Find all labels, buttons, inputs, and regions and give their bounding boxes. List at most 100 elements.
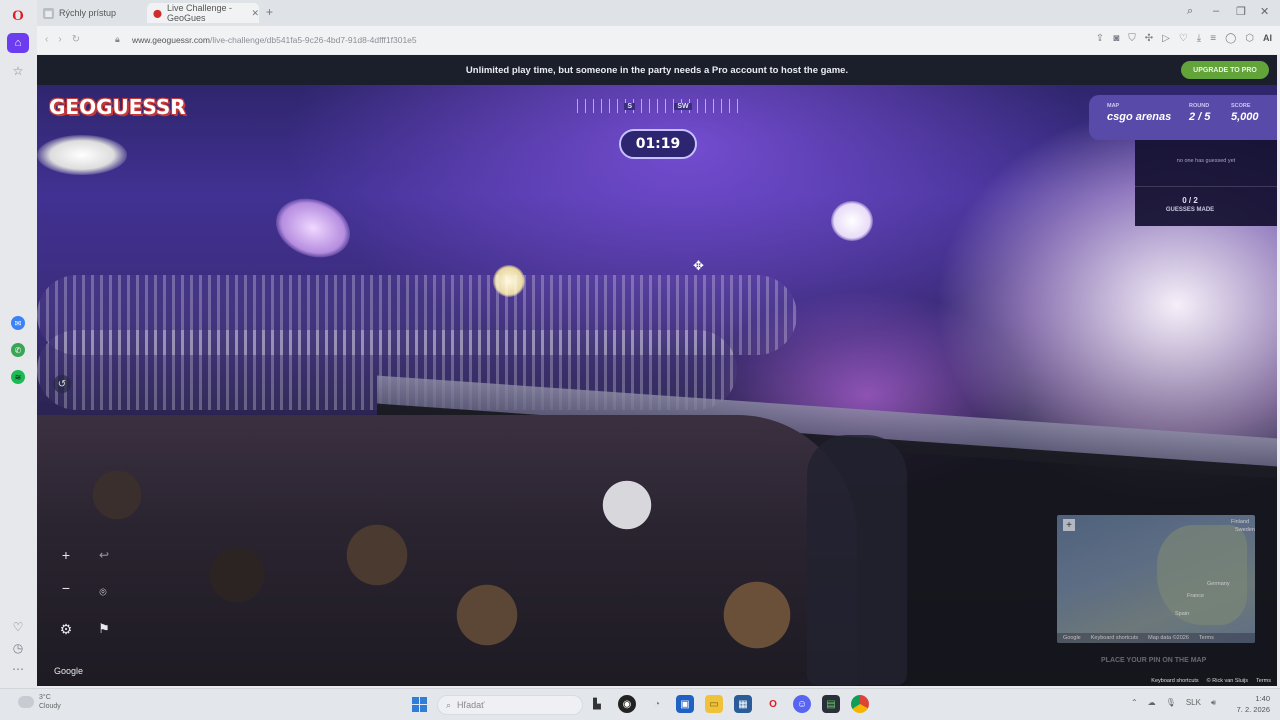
tab-bar: ▦ Rýchly prístup ⬤ Live Challenge - GeoG…	[37, 0, 1280, 26]
maximize-icon[interactable]: ❐	[1236, 5, 1246, 18]
shortcuts-link[interactable]: Keyboard shortcuts	[1151, 678, 1198, 684]
upgrade-to-pro-button[interactable]: UPGRADE TO PRO	[1181, 61, 1269, 79]
search-placeholder: Hľadať	[457, 700, 485, 710]
search-icon: ⌕	[446, 699, 452, 710]
language-indicator[interactable]: SLK	[1186, 698, 1201, 708]
tab-geoguessr[interactable]: ⬤ Live Challenge - GeoGues ✕	[147, 3, 259, 23]
game-status-panel: MAP csgo arenas ROUND 2 / 5 SCORE 5,000	[1089, 95, 1277, 140]
round-label: ROUND	[1189, 103, 1210, 109]
taskbar-search[interactable]: ⌕ Hľadať	[437, 695, 583, 715]
store-icon[interactable]: ▣	[676, 695, 694, 713]
chevron-up-icon[interactable]: ⌃	[1131, 698, 1138, 708]
file-explorer-icon[interactable]: ▭	[705, 695, 723, 713]
terms-link[interactable]: Terms	[1256, 678, 1271, 684]
compass-south: S	[624, 102, 635, 110]
browser-sidebar: O ⌂ ☆ ✉ ✆ ≋ ♡ ◷ ⋯	[0, 0, 37, 690]
home-icon[interactable]: ⌂	[7, 33, 29, 53]
clock[interactable]: 1:40 7. 2. 2026	[1237, 693, 1270, 715]
new-tab-button[interactable]: +	[266, 5, 273, 19]
menu-icon[interactable]: ≡	[1210, 33, 1216, 44]
attribution: Keyboard shortcuts © Rick van Sluijs Ter…	[1151, 678, 1271, 684]
cloud-icon	[18, 696, 34, 708]
map-label-germany: Germany	[1207, 581, 1230, 587]
compass-southwest: SW	[674, 102, 692, 110]
map-value: csgo arenas	[1107, 111, 1172, 123]
opera-logo-icon[interactable]: O	[9, 7, 27, 25]
pro-banner: Unlimited play time, but someone in the …	[37, 55, 1277, 85]
geoguessr-logo[interactable]: GEOGUESSR	[49, 95, 186, 119]
more-icon[interactable]: ⋯	[9, 660, 27, 678]
map-terms-link[interactable]: Terms	[1199, 635, 1214, 641]
heart-icon[interactable]: ♡	[9, 618, 27, 636]
close-window-icon[interactable]: ✕	[1260, 5, 1269, 18]
location-pin-icon: ⬤	[153, 8, 162, 18]
stage-light	[267, 188, 359, 268]
extension-icon[interactable]: ✣	[1145, 33, 1153, 44]
terminal-icon[interactable]: ▤	[822, 695, 840, 713]
return-to-start-flag-icon[interactable]: ⚑	[95, 620, 113, 638]
map-label-sweden: Sweden	[1235, 527, 1255, 533]
back-icon[interactable]: ‹	[45, 34, 58, 45]
rotate-view-icon[interactable]: ↺	[53, 375, 71, 393]
guesses-made-label: GUESSES MADE	[1165, 207, 1215, 213]
task-view-icon[interactable]: ▙	[588, 695, 606, 713]
settings-gear-icon[interactable]: ⚙	[57, 620, 75, 638]
profile-icon[interactable]: ◯	[1225, 33, 1236, 44]
edge-icon[interactable]: ◔	[648, 695, 666, 713]
zoom-in-button[interactable]: +	[57, 546, 75, 564]
close-tab-icon[interactable]: ✕	[251, 8, 259, 19]
whatsapp-icon[interactable]: ✆	[11, 343, 25, 357]
toolbar-icons: ⇪ ◙ ⛉ ✣ ▷ ♡ ⤓ ≡ ◯ ⬡ AI	[1096, 33, 1272, 44]
app-icon[interactable]: ▦	[734, 695, 752, 713]
play-icon[interactable]: ▷	[1162, 33, 1170, 44]
volume-icon[interactable]: 🔊︎	[1211, 698, 1216, 708]
minimize-icon[interactable]: –	[1213, 5, 1219, 17]
url-host: www.geoguessr.com	[132, 35, 210, 45]
map-shortcuts-link[interactable]: Keyboard shortcuts	[1091, 635, 1138, 641]
opera-taskbar-icon[interactable]: O	[764, 695, 782, 713]
expand-map-icon[interactable]: +	[1063, 519, 1075, 531]
app-circle-icon[interactable]: ◉	[618, 695, 636, 713]
cube-icon[interactable]: ⬡	[1245, 33, 1254, 44]
move-cursor-icon: ✥	[693, 258, 704, 273]
spotify-icon[interactable]: ≋	[11, 370, 25, 384]
guess-minimap[interactable]: + Sweden Finland Germany France Spain Go…	[1057, 515, 1255, 643]
tab-label: Live Challenge - GeoGues	[166, 3, 232, 23]
history-icon[interactable]: ◷	[9, 639, 27, 657]
windows-start-icon[interactable]	[412, 697, 427, 712]
weather-widget[interactable]: 3°C Cloudy	[18, 693, 61, 711]
mic-icon[interactable]: 🎙︎	[1166, 698, 1176, 708]
tab-label: Rýchly prístup	[59, 8, 117, 18]
messenger-icon[interactable]: ✉	[11, 316, 25, 330]
cloud-tray-icon[interactable]: ☁	[1148, 698, 1156, 708]
share-icon[interactable]: ⇪	[1096, 33, 1104, 44]
discord-icon[interactable]: ☺	[793, 695, 811, 713]
address-bar: ‹›↻ 🔒︎ www.geoguessr.com/live-challenge/…	[37, 26, 1280, 54]
forward-icon[interactable]: ›	[58, 34, 71, 45]
round-timer: 01:19	[619, 129, 697, 159]
tab-speed-dial[interactable]: ▦ Rýchly prístup	[37, 3, 147, 23]
url-field[interactable]: www.geoguessr.com/live-challenge/db541fa…	[132, 35, 417, 45]
map-data-text: Map data ©2026	[1148, 635, 1189, 641]
date: 7. 2. 2026	[1236, 705, 1270, 714]
time: 1:40	[1255, 694, 1270, 703]
undo-move-icon[interactable]: ↩	[95, 546, 113, 564]
ai-button[interactable]: AI	[1263, 33, 1272, 44]
geoguessr-viewport[interactable]: Unlimited play time, but someone in the …	[37, 55, 1277, 686]
shield-icon[interactable]: ⛉	[1128, 33, 1136, 44]
heart-icon[interactable]: ♡	[1179, 33, 1188, 44]
zoom-out-button[interactable]: −	[57, 579, 75, 597]
chrome-icon[interactable]	[851, 695, 869, 713]
url-path: /live-challenge/db541fa5-9c26-4bd7-91d8-…	[209, 35, 417, 45]
map-label: MAP	[1107, 103, 1120, 109]
compass-bar: . S SW .	[577, 99, 739, 113]
lock-icon[interactable]: 🔒︎	[115, 34, 120, 45]
score-value: 5,000	[1231, 111, 1259, 123]
camera-icon[interactable]: ◙	[1113, 33, 1119, 44]
search-tabs-icon[interactable]: ⌕	[1187, 5, 1193, 18]
star-icon[interactable]: ☆	[9, 62, 27, 80]
reload-icon[interactable]: ↻	[72, 34, 90, 45]
location-pin-icon[interactable]: ⌾	[94, 583, 112, 601]
download-icon[interactable]: ⤓	[1197, 33, 1201, 44]
weather-desc: Cloudy	[39, 703, 61, 710]
